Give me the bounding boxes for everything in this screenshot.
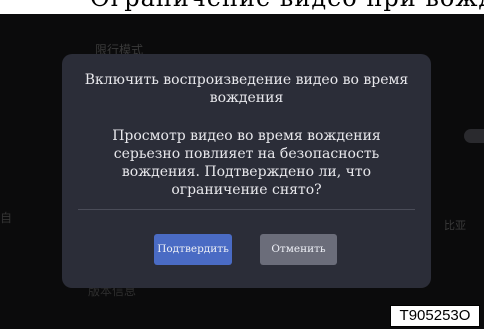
background-toggle xyxy=(464,129,484,143)
cropped-caption-text: Ограничение видео при вождении xyxy=(90,0,484,10)
confirm-button[interactable]: Подтвердить xyxy=(154,234,232,265)
dialog-title: Включить воспроизведение видео во время … xyxy=(84,72,409,106)
background-side-text: 自 xyxy=(0,211,13,225)
head-unit-screen: 限行模式 自 比亚 版本信息 Включить воспроизведение … xyxy=(0,14,484,329)
dialog-message: Просмотр видео во время вождения серьезн… xyxy=(112,128,381,198)
cancel-button[interactable]: Отменить xyxy=(260,234,337,265)
background-side-label: 比亚 xyxy=(444,219,466,232)
figure-id-label: T905253O xyxy=(390,305,480,327)
video-restriction-dialog: Включить воспроизведение видео во время … xyxy=(62,54,431,288)
top-cropped-caption: Ограничение видео при вождении xyxy=(0,0,484,14)
dialog-divider xyxy=(78,209,415,210)
